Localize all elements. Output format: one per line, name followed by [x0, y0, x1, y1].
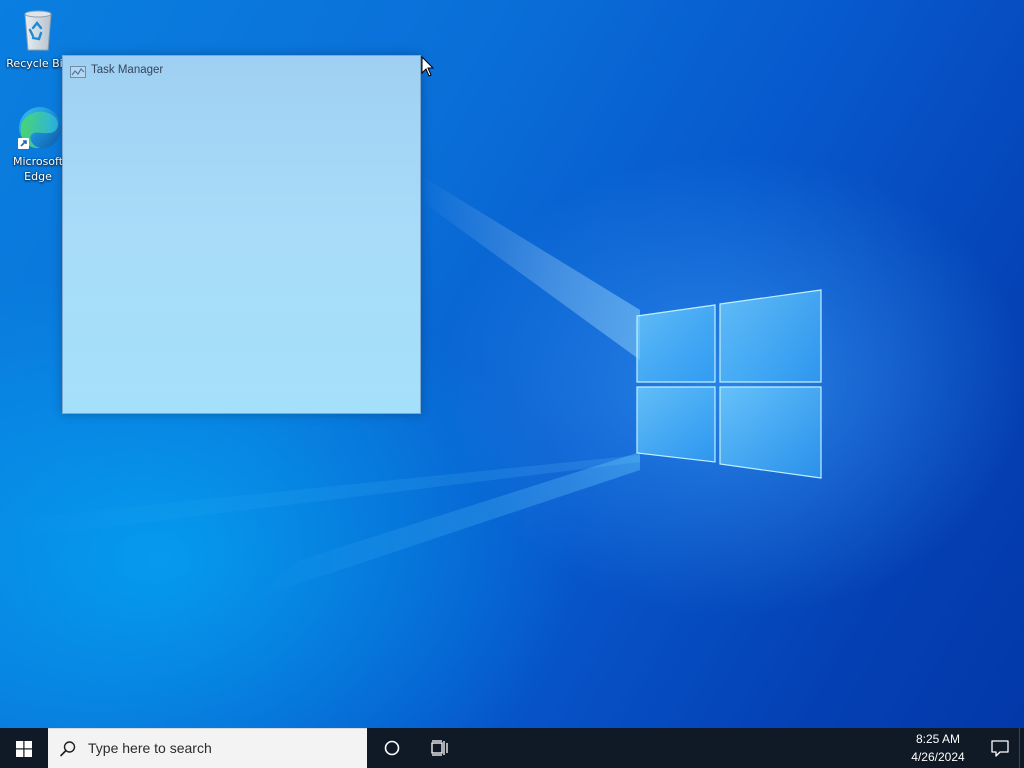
taskbar: Type here to search 8:25 AM 4/26/2024 [0, 728, 1024, 768]
clock-time: 8:25 AM [915, 732, 961, 746]
edge-icon [18, 107, 61, 149]
search-placeholder: Type here to search [88, 740, 212, 756]
desktop-icon-label: Microsoft Edge [12, 155, 64, 183]
windows-start-icon [16, 741, 32, 757]
taskbar-search-box[interactable]: Type here to search [48, 728, 367, 768]
task-manager-window[interactable]: Task Manager [62, 55, 421, 414]
search-icon [60, 741, 76, 757]
cortana-button[interactable] [371, 728, 413, 768]
recycle-bin-icon [24, 10, 52, 51]
mouse-cursor-icon [421, 56, 435, 77]
task-view-button[interactable] [419, 728, 461, 768]
show-desktop-button[interactable] [1019, 728, 1024, 768]
taskbar-clock[interactable]: 8:25 AM 4/26/2024 [900, 730, 976, 766]
window-title: Task Manager [91, 64, 164, 76]
action-center-icon [991, 740, 1009, 757]
action-center-button[interactable] [978, 728, 1020, 768]
clock-date: 4/26/2024 [911, 750, 965, 764]
desktop-icon-label: Recycle Bin [6, 57, 70, 70]
task-manager-icon [70, 66, 86, 78]
cortana-circle-icon [384, 740, 400, 756]
window-titlebar[interactable]: Task Manager [63, 56, 420, 86]
windows-logo-wallpaper [636, 289, 822, 479]
start-button[interactable] [0, 728, 48, 768]
task-view-icon [431, 740, 448, 756]
desktop-background: Recycle Bin Microsoft Edge Task Manager [0, 0, 1024, 728]
